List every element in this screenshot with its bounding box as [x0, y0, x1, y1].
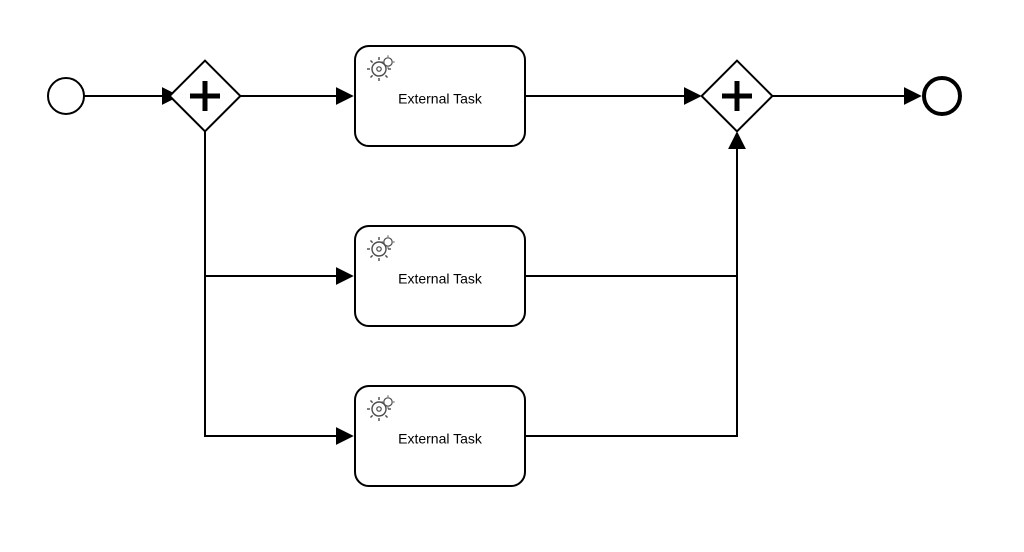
service-task-3[interactable]: External Task: [355, 386, 525, 486]
flow-task3-to-join: [525, 133, 737, 436]
flow-split-to-task2: [205, 131, 352, 276]
parallel-gateway-split[interactable]: [170, 61, 241, 132]
task3-label: External Task: [398, 431, 483, 447]
service-task-1[interactable]: External Task: [355, 46, 525, 146]
start-event[interactable]: [48, 78, 84, 114]
parallel-gateway-join[interactable]: [702, 61, 773, 132]
service-task-2[interactable]: External Task: [355, 226, 525, 326]
bpmn-diagram: External Task External Task: [0, 0, 1024, 552]
task2-label: External Task: [398, 271, 483, 287]
end-event[interactable]: [924, 78, 960, 114]
flow-split-to-task3: [205, 131, 352, 436]
task1-label: External Task: [398, 91, 483, 107]
flow-task2-to-join: [525, 133, 737, 276]
